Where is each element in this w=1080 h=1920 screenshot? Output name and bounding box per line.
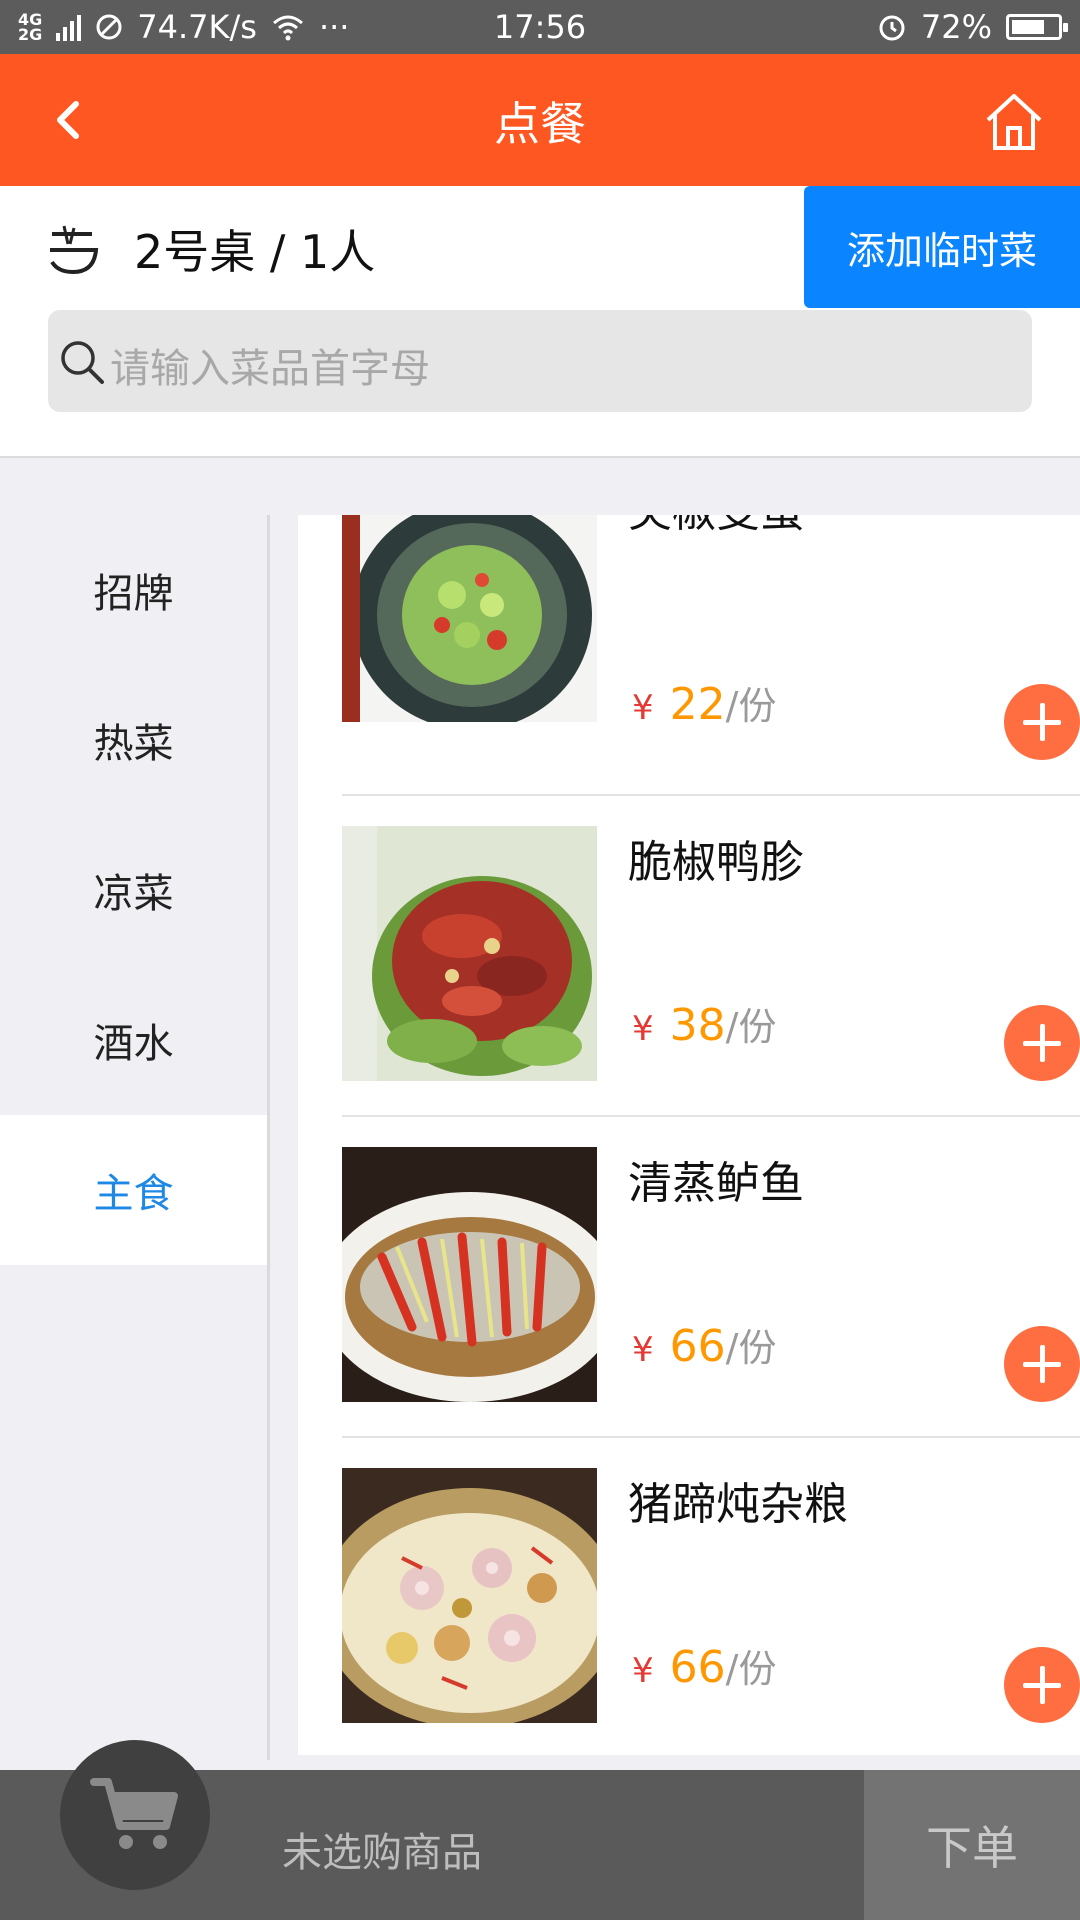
home-icon[interactable] <box>982 90 1046 154</box>
dish-name: 清蒸鲈鱼 <box>628 1158 804 1209</box>
category-item-recai[interactable]: 热菜 <box>0 665 267 815</box>
add-to-cart-button[interactable] <box>1004 1326 1080 1402</box>
search-input[interactable]: 请输入菜品首字母 <box>110 336 430 394</box>
dish-price: ¥ 22 /份 <box>632 679 777 730</box>
table-info-panel: 2号桌 / 1人 添加临时菜 请输入菜品首字母 <box>0 186 1080 458</box>
preserved-egg-photo <box>342 515 597 722</box>
search-icon <box>61 341 104 384</box>
add-to-cart-button[interactable] <box>1004 684 1080 760</box>
page-title: 点餐 <box>494 97 586 151</box>
category-item-jiushui[interactable]: 酒水 <box>0 965 267 1115</box>
dish-list[interactable]: 尖椒变蛋 ¥ 22 /份 脆椒鸭胗 ¥ 38 <box>298 515 1080 1755</box>
nav-bar: 点餐 <box>0 54 1080 186</box>
dish-name: 脆椒鸭胗 <box>628 837 804 888</box>
pork-trotter-stew-photo <box>342 1468 597 1723</box>
battery-percent: 72% <box>920 8 992 46</box>
dish-price: ¥ 38 /份 <box>632 1000 777 1051</box>
battery-level <box>1012 20 1044 34</box>
dish-item: 脆椒鸭胗 ¥ 38 /份 <box>342 796 1080 1117</box>
dish-price: ¥ 66 /份 <box>632 1321 777 1372</box>
dish-price: ¥ 66 /份 <box>632 1642 777 1693</box>
alarm-icon <box>879 15 905 41</box>
steamed-fish-photo <box>342 1147 597 1402</box>
cart-button[interactable] <box>60 1740 210 1890</box>
cart-summary: 未选购商品 <box>282 1830 482 1876</box>
bowl-icon <box>50 225 99 275</box>
dish-item: 猪蹄炖杂粮 ¥ 66 /份 <box>342 1438 1080 1755</box>
table-label: 2号桌 / 1人 <box>134 225 376 279</box>
add-temp-dish-button[interactable]: 添加临时菜 <box>804 186 1080 308</box>
dish-name: 猪蹄炖杂粮 <box>628 1479 848 1530</box>
add-to-cart-button[interactable] <box>1004 1647 1080 1723</box>
dish-name: 尖椒变蛋 <box>628 515 804 539</box>
category-item-zhushi[interactable]: 主食 <box>0 1115 267 1265</box>
battery-icon <box>1006 14 1068 40</box>
submit-order-button[interactable]: 下单 <box>864 1770 1080 1920</box>
status-bar: 4G 2G 74.7K/s ··· 17:56 72% <box>0 0 1080 54</box>
category-item-zhaopai[interactable]: 招牌 <box>0 515 267 665</box>
duck-gizzard-photo <box>342 826 597 1081</box>
shopping-cart-icon <box>90 1778 178 1849</box>
category-sidebar: 招牌 热菜 凉菜 酒水 主食 <box>0 515 270 1760</box>
add-to-cart-button[interactable] <box>1004 1005 1080 1081</box>
dish-item: 清蒸鲈鱼 ¥ 66 /份 <box>342 1117 1080 1438</box>
category-item-liangcai[interactable]: 凉菜 <box>0 815 267 965</box>
dish-item: 尖椒变蛋 ¥ 22 /份 <box>342 515 1080 796</box>
search-bar[interactable]: 请输入菜品首字母 <box>48 310 1032 412</box>
